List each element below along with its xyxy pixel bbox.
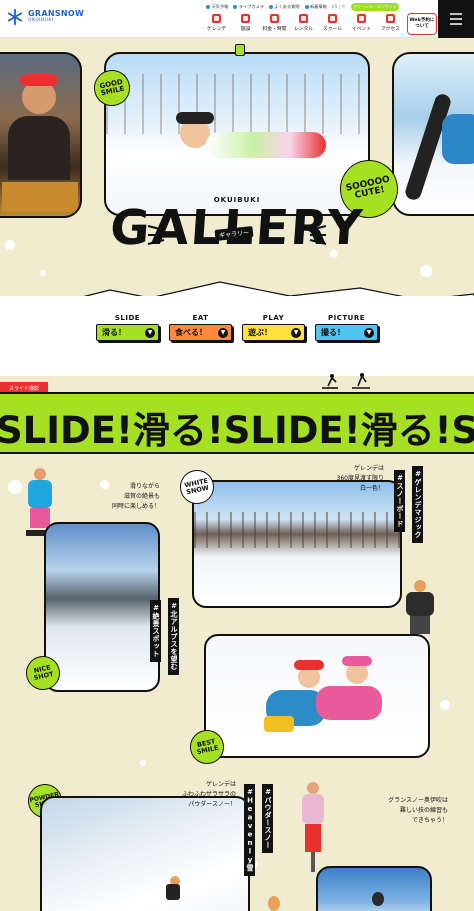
boarder-head-cutout: [372, 892, 384, 906]
camera-icon: [233, 5, 238, 9]
category-button-eat[interactable]: 食べる！ ▼: [169, 324, 232, 341]
snowflake-logo-icon: [7, 8, 23, 26]
util-link-livecam[interactable]: ライブカメラ: [233, 4, 264, 10]
green-season-link[interactable]: グリーンシーズンサイト: [351, 3, 399, 11]
tag-snowboard[interactable]: #スノーボード: [394, 470, 405, 532]
language-switch[interactable]: EN | 中: [332, 4, 345, 10]
site-header: GRANSNOW OKUIBUKI 天気予報 ライブカメラ よくある質問 新着情…: [0, 0, 474, 38]
site-logo[interactable]: GRANSNOW OKUIBUKI: [6, 8, 84, 26]
utility-links: 天気予報 ライブカメラ よくある質問 新着情報 EN | 中: [206, 4, 345, 10]
caption-powder: ゲレンデは ふわふわサラサラの パウダースノー！: [181, 781, 236, 809]
mountain-icon: [212, 14, 221, 23]
snow-dot: [140, 760, 146, 766]
snowboarder-cutout: [402, 580, 438, 636]
slide-marquee: SLIDE!滑る!SLIDE!滑る!SLIDE!: [0, 392, 474, 454]
ski-icon: [299, 14, 308, 23]
sparkle-right-icon: [309, 225, 327, 245]
school-icon: [328, 14, 337, 23]
category-slide: SLIDE 滑る！ ▼: [96, 314, 159, 341]
nav-item-gelende[interactable]: ゲレンデ: [202, 14, 231, 32]
hamburger-icon: [450, 13, 462, 25]
util-link-faq[interactable]: よくある質問: [268, 4, 300, 10]
question-icon: [268, 5, 273, 9]
ticket-icon: [270, 14, 279, 23]
logo-sub-text: OKUIBUKI: [28, 18, 54, 24]
menu-button[interactable]: [438, 0, 474, 38]
category-play: PLAY 遊ぶ！ ▼: [242, 314, 305, 341]
nav-item-event[interactable]: イベント: [347, 14, 376, 32]
category-picture: PICTURE 撮る！ ▼: [315, 314, 378, 341]
hanger-tab: [235, 44, 245, 56]
chevron-down-icon: ▼: [145, 327, 155, 338]
skier-head-cutout: [268, 896, 280, 911]
util-link-news[interactable]: 新着情報: [304, 4, 327, 10]
photo-snow-girl: [104, 52, 370, 216]
nav-item-facility[interactable]: 施設: [231, 14, 260, 32]
photo-snowboarder: [392, 52, 474, 216]
photo-white-snow: [192, 480, 402, 608]
util-link-weather[interactable]: 天気予報: [206, 4, 228, 10]
tag-zekkei[interactable]: #絶景スポット: [150, 600, 161, 662]
photo-restaurant-man: [0, 52, 82, 218]
nav-item-rental[interactable]: レンタル: [289, 14, 318, 32]
photo-north-alps: [44, 522, 160, 692]
marquee-text: SLIDE!滑る!SLIDE!滑る!SLIDE!: [0, 409, 474, 452]
skiers-icon: [322, 373, 370, 389]
category-button-picture[interactable]: 撮る！ ▼: [315, 324, 378, 341]
category-button-slide[interactable]: 滑る！ ▼: [96, 324, 159, 341]
caption-white-gelende: ゲレンデは 360度見渡す限り 白一色！: [336, 465, 384, 493]
caption-mountain-view: 滑りながら 滋賀の絶景も 同時に楽しめる！: [111, 483, 160, 511]
chevron-down-icon: ▼: [218, 327, 228, 338]
caption-tricks: グランスノー奥伊吹は 難しい技の練習も できちゃう！: [388, 797, 448, 825]
category-eat: EAT 食べる！ ▼: [169, 314, 232, 341]
nav-item-school[interactable]: スクール: [318, 14, 347, 32]
skier-cutout-pink-2: [298, 782, 328, 872]
snow-dot: [420, 265, 432, 277]
nav-item-access[interactable]: アクセス: [376, 14, 405, 32]
web-reserve-button[interactable]: Web予約に ついて: [407, 13, 437, 35]
star-icon: [357, 14, 366, 23]
tag-gelende-magic[interactable]: #ゲレンデマジック: [412, 466, 423, 543]
map-pin-icon: [386, 14, 395, 23]
global-nav: ゲレンデ 施設 料金・時間 レンタル スクール イベント アクセス: [202, 14, 405, 32]
category-band: [0, 296, 474, 376]
tag-powder[interactable]: #パウダースノー: [262, 784, 273, 853]
building-icon: [241, 14, 250, 23]
tag-heavenly[interactable]: #Heavenly雪: [244, 784, 255, 876]
sparkle-left-icon: [147, 225, 165, 245]
news-icon: [304, 5, 309, 9]
category-button-play[interactable]: 遊ぶ！ ▼: [242, 324, 305, 341]
snow-dot: [40, 270, 46, 276]
snow-dot: [440, 700, 450, 710]
nav-item-price[interactable]: 料金・時間: [260, 14, 289, 32]
chevron-down-icon: ▼: [291, 327, 301, 338]
chevron-down-icon: ▼: [364, 327, 374, 338]
photo-sled-kids: [204, 634, 430, 758]
photo-powder-snow: [40, 796, 250, 911]
weather-icon: [206, 5, 210, 9]
snow-dot: [8, 480, 22, 494]
tag-kita-alps[interactable]: #北アルプスを望む: [168, 598, 179, 675]
